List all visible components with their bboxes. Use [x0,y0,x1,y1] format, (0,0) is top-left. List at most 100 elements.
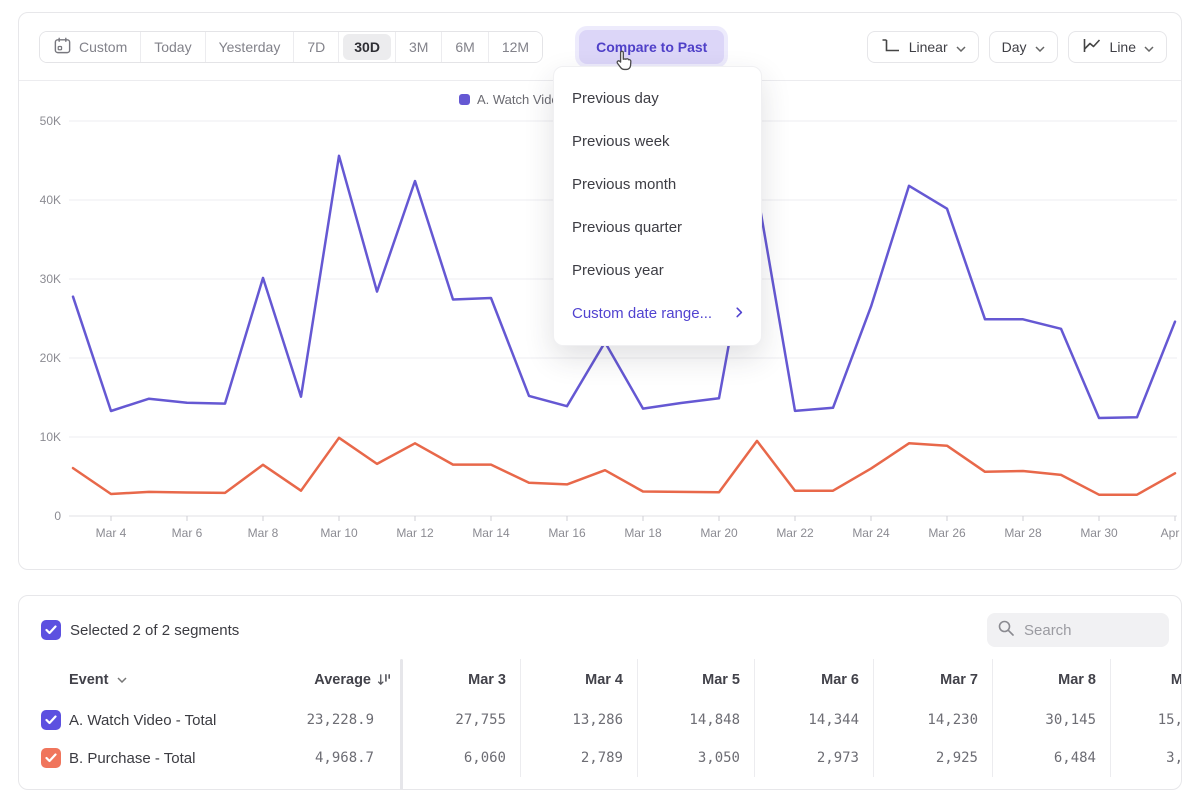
y-axis-label: 50K [40,114,61,128]
selection-row: Selected 2 of 2 segments [19,614,1181,646]
table-cell: 14,230 [874,701,993,739]
range-7d[interactable]: 7D [293,32,338,62]
date-column-header[interactable]: Mar 3 [400,659,521,701]
range-label: 3M [409,39,428,55]
table-row: B. Purchase - Total 4,968.7 6,0602,7893,05… [19,739,1181,777]
table-cell: 14,848 [638,701,755,739]
menu-item-previous-month[interactable]: Previous month [554,163,761,206]
scale-dropdown[interactable]: Linear [867,31,979,63]
range-custom[interactable]: Custom [40,32,140,62]
menu-item-previous-day[interactable]: Previous day [554,77,761,120]
chart-display-controls: Linear Day Line [867,31,1167,63]
y-axis-label: 10K [40,430,61,444]
range-today[interactable]: Today [140,32,204,62]
date-range-segmented-control: Custom Today Yesterday 7D 30D 3M 6M 12M [39,31,543,63]
average-header-label: Average [314,672,371,688]
y-axis-label: 30K [40,272,61,286]
line-chart-icon [1081,37,1102,57]
x-axis-label: Mar 18 [624,526,662,540]
menu-item-previous-year[interactable]: Previous year [554,249,761,292]
x-axis-label: Mar 4 [96,526,127,540]
row-left-section: A. Watch Video - Total 23,228.9 [19,701,400,739]
chevron-down-icon [1144,39,1154,55]
table-row: A. Watch Video - Total 23,228.9 27,75513,2… [19,701,1181,739]
x-axis-label: Mar 26 [928,526,966,540]
search-icon [997,619,1015,642]
event-column-header[interactable]: Event [69,672,127,688]
scale-label: Linear [909,39,948,55]
x-axis-label: Mar 16 [548,526,586,540]
segments-table-card: Selected 2 of 2 segments Event Average [18,595,1182,790]
legend-item-a-watch-video[interactable]: A. Watch Video [459,92,566,107]
date-column-header[interactable]: Mar 8 [993,659,1111,701]
row-average-value: 23,228.9 [307,712,374,728]
x-axis-label: Mar 20 [700,526,738,540]
date-column-header[interactable]: Mar 4 [521,659,638,701]
chevron-down-icon [117,677,127,683]
x-axis-label: Mar 22 [776,526,814,540]
selected-range-pill: 30D [343,34,391,60]
range-label: 6M [455,39,474,55]
range-3m[interactable]: 3M [395,32,441,62]
date-column-header[interactable]: Mar 7 [874,659,993,701]
menu-item-custom-date-range[interactable]: Custom date range... [554,292,761,335]
x-axis-label: Mar 12 [396,526,434,540]
x-axis-label: Apr 1 [1161,526,1182,540]
series-line-b-purchase [73,438,1175,495]
chevron-down-icon [956,39,966,55]
table-cell: 27,755 [400,701,521,739]
range-label: Custom [79,39,127,55]
average-column-header[interactable]: Average [314,672,392,688]
range-12m[interactable]: 12M [488,32,542,62]
table-header-row: Event Average Mar 3Mar 4Mar 5Mar 6Mar 7M… [19,659,1181,701]
table-cell: 30,145 [993,701,1111,739]
selection-summary: Selected 2 of 2 segments [70,622,239,639]
range-6m[interactable]: 6M [441,32,487,62]
chart-type-dropdown[interactable]: Line [1068,31,1167,63]
range-label: 12M [502,39,529,55]
select-all-checkbox[interactable] [41,620,61,640]
y-axis-label: 20K [40,351,61,365]
y-axis-label: 40K [40,193,61,207]
range-yesterday[interactable]: Yesterday [205,32,294,62]
menu-item-previous-week[interactable]: Previous week [554,120,761,163]
sort-descending-icon [377,673,392,687]
date-column-header[interactable]: Mar 6 [755,659,874,701]
column-resize-handle[interactable] [400,659,403,790]
row-checkbox[interactable] [41,710,61,730]
row-left-section: B. Purchase - Total 4,968.7 [19,739,400,777]
interval-label: Day [1002,39,1027,55]
table-cell: 13,286 [521,701,638,739]
table-cell: 6,060 [400,739,521,777]
date-column-header[interactable]: M [1111,659,1182,701]
calendar-icon [53,36,72,58]
event-header-label: Event [69,672,109,688]
date-column-header[interactable]: Mar 5 [638,659,755,701]
table-cell: 3,050 [638,739,755,777]
range-label: Yesterday [219,39,281,55]
segments-table: Event Average Mar 3Mar 4Mar 5Mar 6Mar 7M… [19,659,1181,777]
custom-date-range-label: Custom date range... [572,305,712,322]
row-label: A. Watch Video - Total [69,712,216,729]
interval-dropdown[interactable]: Day [989,31,1058,63]
range-label: 7D [307,39,325,55]
y-axis-label: 0 [54,509,61,523]
search-input[interactable] [1024,622,1154,639]
row-average-value: 4,968.7 [315,750,374,766]
menu-item-previous-quarter[interactable]: Previous quarter [554,206,761,249]
legend-swatch [459,94,470,105]
x-axis-label: Mar 10 [320,526,358,540]
range-30d[interactable]: 30D [338,32,395,62]
table-cell: 15, [1111,701,1182,739]
compare-to-past-menu: Previous dayPrevious weekPrevious monthP… [553,66,762,346]
table-cell: 2,789 [521,739,638,777]
range-label: Today [154,39,191,55]
table-cell: 3, [1111,739,1182,777]
compare-to-past-button[interactable]: Compare to Past [579,30,724,64]
table-cell: 2,925 [874,739,993,777]
x-axis-label: Mar 6 [172,526,203,540]
row-label: B. Purchase - Total [69,750,195,767]
chevron-right-icon [736,305,743,322]
row-checkbox[interactable] [41,748,61,768]
table-cell: 2,973 [755,739,874,777]
